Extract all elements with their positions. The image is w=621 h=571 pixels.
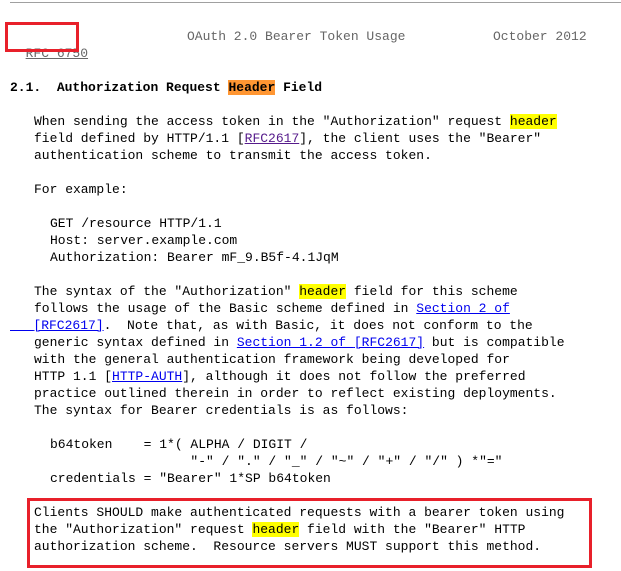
section-number: 2.1. [10, 80, 42, 95]
para2-line2: follows the usage of the Basic scheme de… [34, 301, 510, 316]
link-continuation[interactable] [10, 318, 33, 333]
para2-line3: [RFC2617]. Note that, as with Basic, it … [10, 317, 532, 334]
para2-line4: generic syntax defined in Section 1.2 of… [34, 335, 565, 350]
search-highlight: header [509, 114, 557, 129]
rfc2617-link[interactable]: RFC2617 [245, 131, 300, 146]
doc-date: October 2012 [493, 29, 587, 44]
abnf-line: b64token = 1*( ALPHA / DIGIT / [50, 437, 308, 452]
search-highlight: header [299, 284, 347, 299]
para2-line5: with the general authentication framewor… [34, 352, 510, 367]
para2-line1: The syntax of the "Authorization" header… [34, 284, 518, 299]
top-rule [10, 2, 621, 3]
example-line: Host: server.example.com [50, 233, 238, 248]
section2-rfc2617-link[interactable]: [RFC2617] [33, 318, 103, 333]
para2-line6: HTTP 1.1 [HTTP-AUTH], although it does n… [34, 369, 526, 384]
para2-line8: The syntax for Bearer credentials is as … [34, 403, 409, 418]
doc-title: OAuth 2.0 Bearer Token Usage [187, 29, 406, 44]
section1-2-rfc2617-link[interactable]: [RFC2617] [354, 335, 424, 350]
example-intro: For example: [34, 182, 128, 197]
para1-line1: When sending the access token in the "Au… [34, 114, 557, 129]
para1-line3: authentication scheme to transmit the ac… [34, 148, 432, 163]
search-highlight-current: Header [228, 80, 276, 95]
abnf-line: "-" / "." / "_" / "~" / "+" / "/" ) *"=" [50, 454, 503, 469]
section-title: 2.1. Authorization Request Header Field [10, 80, 323, 95]
section1-2-link[interactable]: Section 1.2 of [237, 335, 354, 350]
annotation-box-requirement [27, 498, 592, 568]
para2-line7: practice outlined therein in order to re… [34, 386, 557, 401]
example-line: GET /resource HTTP/1.1 [50, 216, 222, 231]
http-auth-link[interactable]: HTTP-AUTH [112, 369, 182, 384]
annotation-box-rfc [5, 22, 79, 52]
section2-link[interactable]: Section 2 of [416, 301, 510, 316]
example-line: Authorization: Bearer mF_9.B5f-4.1JqM [50, 250, 339, 265]
abnf-line: credentials = "Bearer" 1*SP b64token [50, 471, 331, 486]
para1-line2: field defined by HTTP/1.1 [RFC2617], the… [34, 131, 542, 146]
